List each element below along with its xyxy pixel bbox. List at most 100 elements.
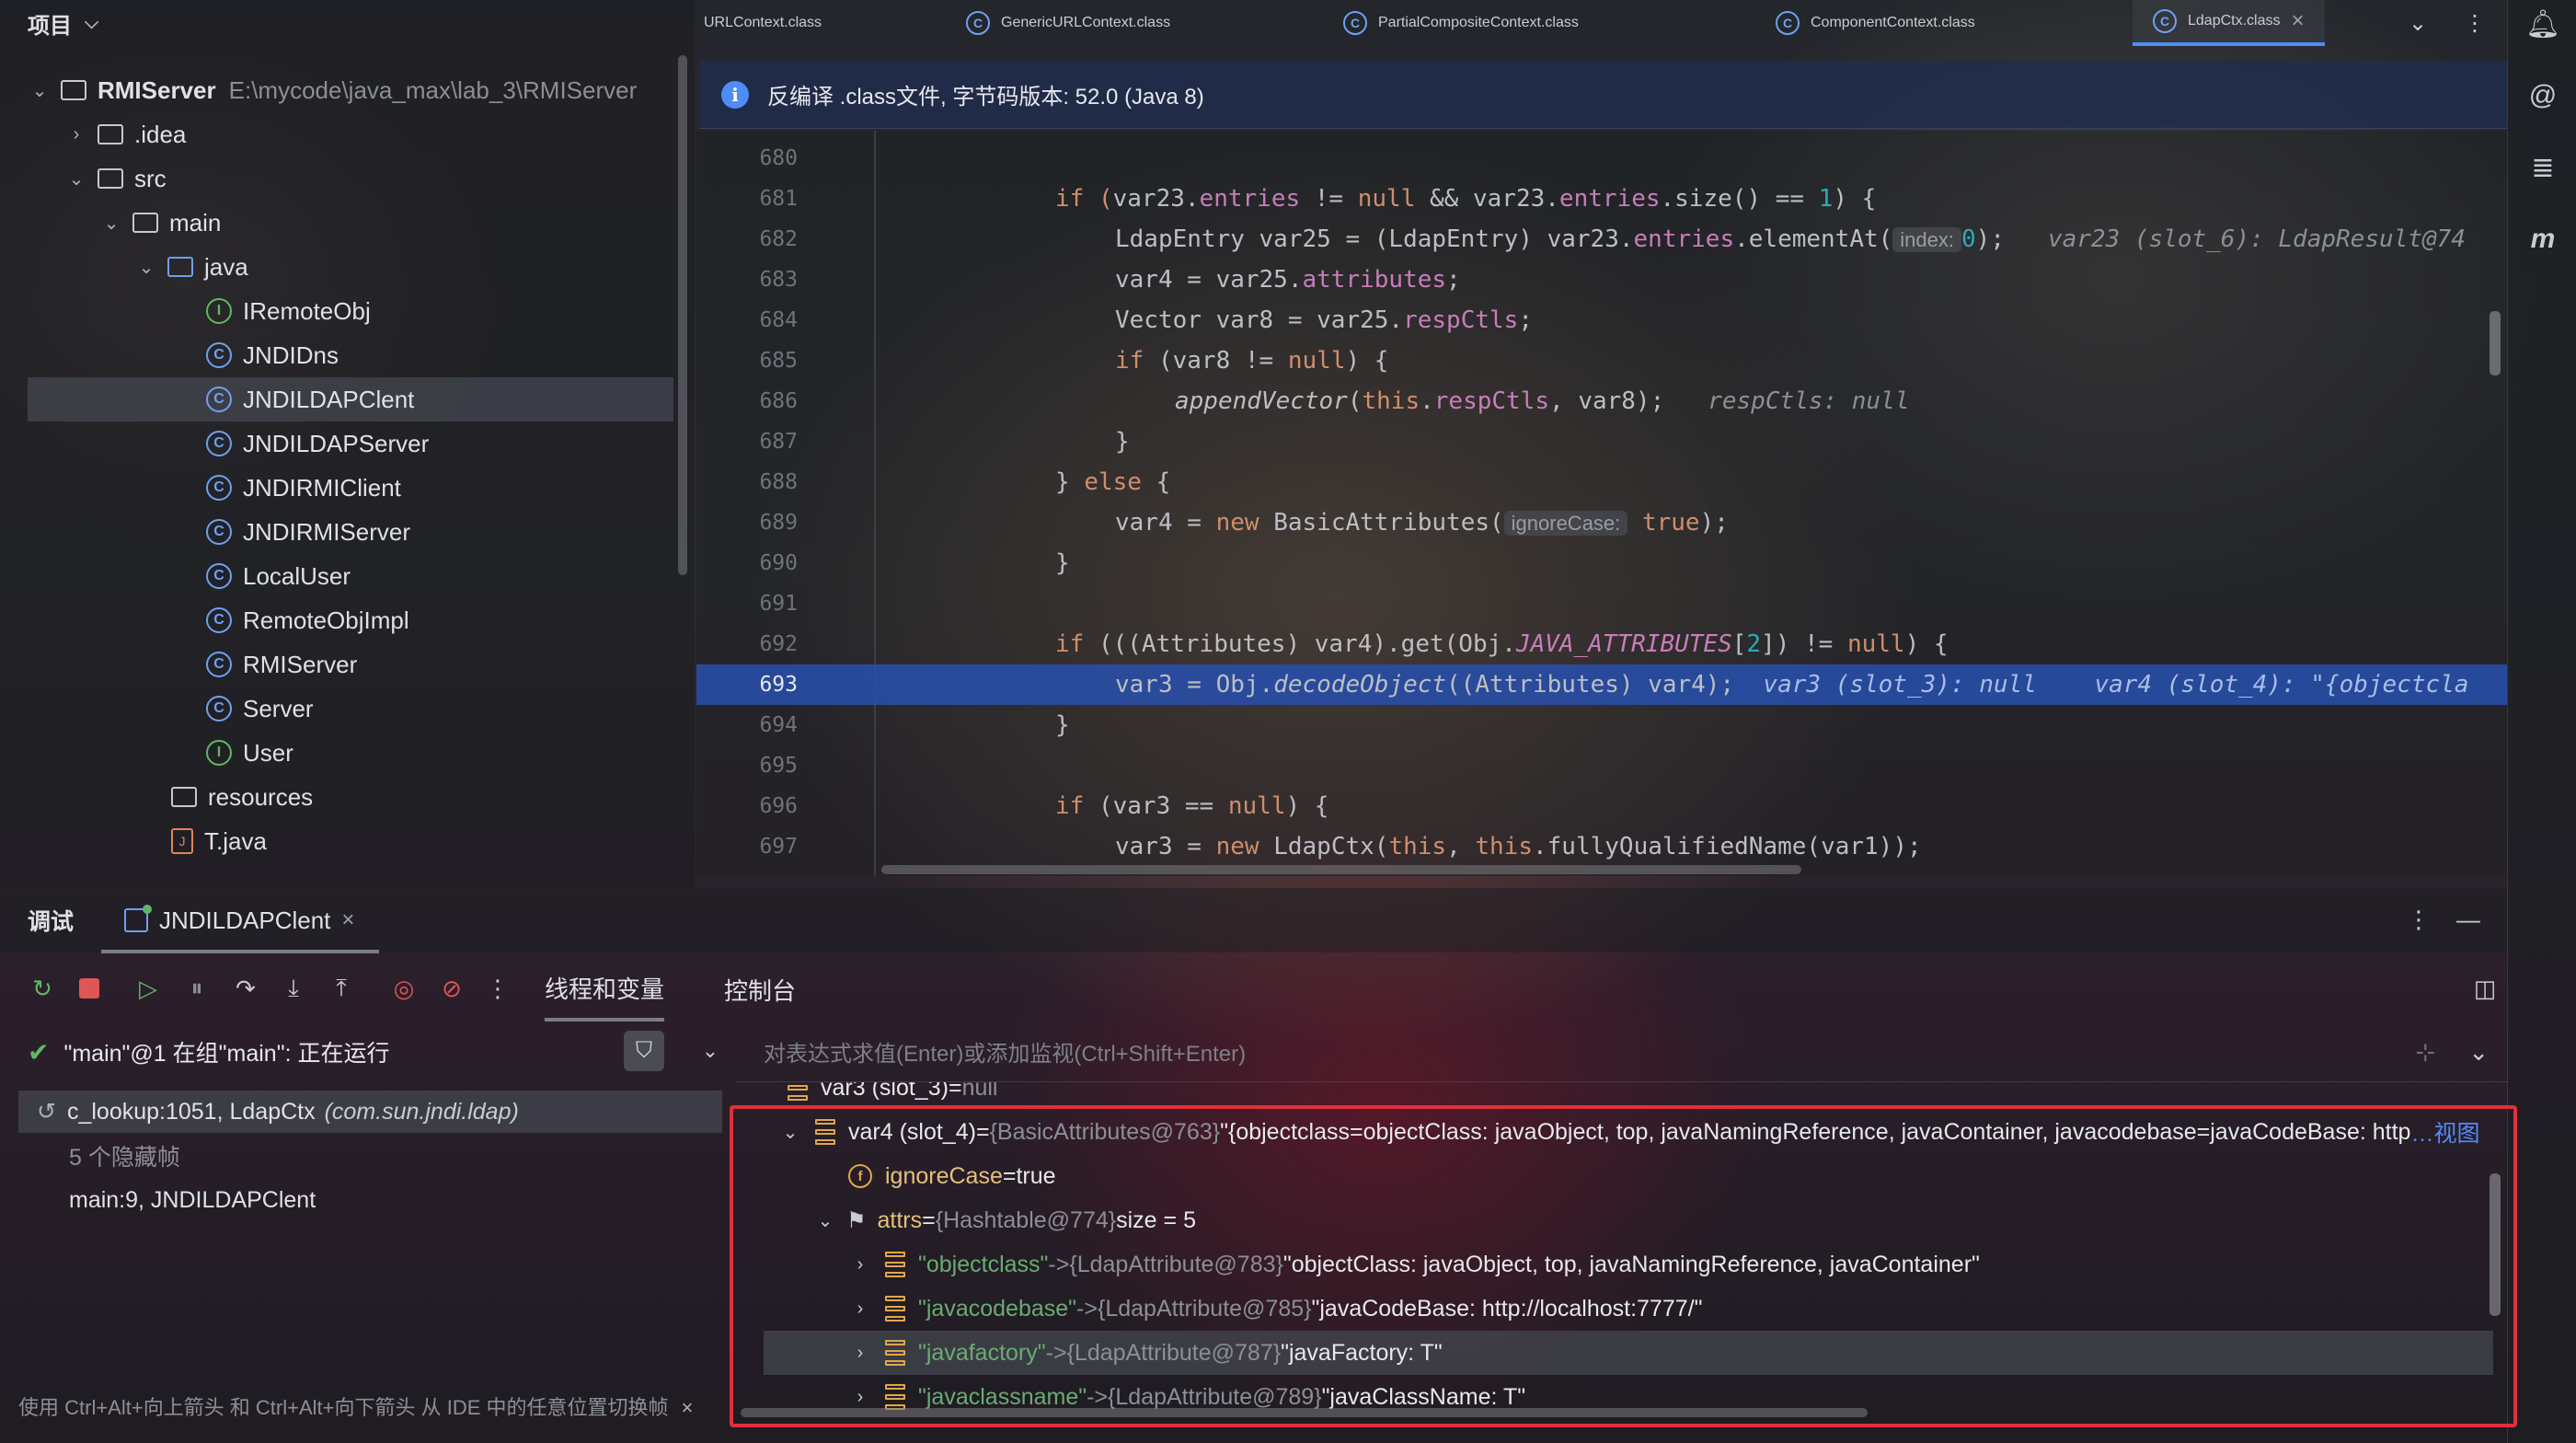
info-icon: i: [721, 80, 749, 109]
class-icon: C: [206, 475, 232, 501]
tree-item-rmiserver-module[interactable]: ⌄ RMIServer E:\mycode\java_max\lab_3\RMI…: [0, 68, 681, 112]
stack-frame[interactable]: main:9, JNDILDAPClent: [18, 1179, 722, 1221]
folder-icon: [132, 213, 158, 233]
database-icon[interactable]: ≣: [2523, 147, 2563, 188]
tree-item-jndildapserver[interactable]: C JNDILDAPServer: [0, 421, 681, 466]
tree-item-jndirmiserver[interactable]: C JNDIRMIServer: [0, 510, 681, 554]
code-line: 689 var4 = new BasicAttributes(ignoreCas…: [696, 502, 2507, 543]
tree-item-remoteobjimpl[interactable]: C RemoteObjImpl: [0, 598, 681, 642]
more-options-icon[interactable]: ⋮: [2464, 0, 2486, 46]
project-panel-title: 项目: [28, 13, 72, 39]
tree-item-label: RemoteObjImpl: [243, 606, 409, 634]
line-number: 681: [759, 187, 798, 211]
tree-item-jndirmiclient[interactable]: C JNDIRMIClient: [0, 466, 681, 510]
editor-vertical-scrollbar[interactable]: [2490, 311, 2501, 375]
chevron-down-icon[interactable]: ⌄: [2468, 1038, 2489, 1067]
tab-console[interactable]: 控制台: [724, 957, 796, 1022]
notifications-bell-icon[interactable]: 🔔︎: [2523, 4, 2563, 44]
more-options-icon[interactable]: ⋮: [2399, 900, 2438, 939]
ai-assistant-icon[interactable]: @: [2523, 75, 2563, 116]
more-options-icon[interactable]: ⋮: [478, 969, 517, 1008]
code-line: 695: [696, 745, 2507, 786]
class-icon: C: [1343, 11, 1367, 35]
tree-item-rmiserver[interactable]: C RMIServer: [0, 642, 681, 687]
tree-item-label: main: [169, 208, 222, 237]
tab-genericurlcontext[interactable]: C GenericURLContext.class: [966, 0, 1170, 46]
tab-list-dropdown[interactable]: ⌄: [2409, 0, 2427, 46]
project-scrollbar[interactable]: [678, 55, 687, 575]
add-watch-icon[interactable]: ⊹: [2415, 1038, 2435, 1067]
class-icon: C: [966, 11, 990, 35]
equals: =: [948, 1082, 962, 1101]
parameter-hint: index:: [1892, 227, 1962, 252]
line-number: 682: [759, 227, 798, 251]
tab-threads-variables[interactable]: 线程和变量: [545, 957, 665, 1022]
thread-selector[interactable]: ✔ "main"@1 在组"main": 正在运行: [0, 1022, 727, 1082]
line-number: 690: [759, 551, 798, 575]
hidden-frames[interactable]: 5 个隐藏帧: [18, 1135, 722, 1177]
tree-item-jndildapclent[interactable]: C JNDILDAPClent: [28, 377, 673, 421]
mute-breakpoints-icon[interactable]: ⊘: [432, 969, 471, 1008]
tree-item-iremoteobj[interactable]: I IRemoteObj: [0, 289, 681, 333]
chevron-down-icon[interactable]: ⌄: [99, 212, 123, 235]
tab-partialcompositecontext[interactable]: C PartialCompositeContext.class: [1343, 0, 1579, 46]
line-number: 688: [759, 470, 798, 494]
tree-item-java[interactable]: ⌄ java: [0, 245, 681, 289]
project-panel-header[interactable]: 项目 ⌵: [0, 0, 695, 46]
close-icon[interactable]: ×: [2292, 8, 2305, 34]
frame-method: 5 个隐藏帧: [69, 1145, 180, 1171]
tree-item-server[interactable]: C Server: [0, 687, 681, 731]
tree-item-idea[interactable]: › .idea: [0, 112, 681, 156]
tree-item-resources[interactable]: resources: [0, 775, 681, 819]
stop-icon[interactable]: [70, 969, 109, 1008]
pause-icon[interactable]: ⏸︎: [178, 969, 216, 1008]
minimize-icon[interactable]: —: [2449, 900, 2488, 939]
stack-frame[interactable]: ↺ c_lookup:1051, LdapCtx (com.sun.jndi.l…: [18, 1091, 722, 1133]
tab-urlcontext[interactable]: URLContext.class: [704, 0, 822, 46]
tab-componentcontext[interactable]: C ComponentContext.class: [1776, 0, 1975, 46]
maven-icon[interactable]: m: [2523, 219, 2563, 260]
close-icon[interactable]: ×: [682, 1396, 694, 1419]
close-icon[interactable]: ×: [341, 907, 354, 933]
expression-input[interactable]: 对表达式求值(Enter)或添加监视(Ctrl+Shift+Enter) ⊹ ⌄: [736, 1022, 2507, 1082]
code-line: 682 LdapEntry var25 = (LdapEntry) var23.…: [696, 219, 2507, 260]
right-tool-strip: [2507, 0, 2576, 1443]
filter-icon[interactable]: ⛉: [624, 1031, 664, 1071]
line-number: 684: [759, 308, 798, 332]
step-out-icon[interactable]: ⤒: [322, 969, 361, 1008]
variable-value: null: [961, 1082, 998, 1101]
line-number: 694: [759, 713, 798, 737]
chevron-down-icon[interactable]: ⌄: [28, 79, 52, 102]
chevron-down-icon[interactable]: ⌄: [64, 167, 88, 190]
class-icon: C: [206, 342, 232, 368]
tree-item-label: IRemoteObj: [243, 296, 371, 325]
rerun-icon[interactable]: ↻: [23, 969, 62, 1008]
step-over-icon[interactable]: ↷: [226, 969, 265, 1008]
editor-horizontal-scrollbar[interactable]: [881, 865, 1801, 874]
chevron-down-icon[interactable]: ⌄: [692, 1031, 729, 1071]
decompiled-info-banner: i 反编译 .class文件, 字节码版本: 52.0 (Java 8): [699, 61, 2507, 129]
line-number: 680: [759, 146, 798, 170]
tree-item-localuser[interactable]: C LocalUser: [0, 554, 681, 598]
line-number: 687: [759, 430, 798, 454]
return-arrow-icon: ↺: [37, 1099, 56, 1125]
step-into-icon[interactable]: ⤓: [274, 969, 313, 1008]
tree-item-user[interactable]: I User: [0, 731, 681, 775]
chevron-right-icon[interactable]: ›: [64, 124, 88, 145]
banner-text: 反编译 .class文件, 字节码版本: 52.0 (Java 8): [767, 85, 1204, 110]
chevron-down-icon[interactable]: ⌄: [134, 256, 158, 279]
tree-item-label: JNDIDns: [243, 341, 339, 369]
tree-item-src[interactable]: ⌄ src: [0, 156, 681, 201]
view-breakpoints-icon[interactable]: ◎: [385, 969, 423, 1008]
code-line: 680: [696, 138, 2507, 179]
class-icon: C: [206, 431, 232, 456]
tree-item-main[interactable]: ⌄ main: [0, 201, 681, 245]
tree-item-t-java[interactable]: J T.java: [0, 819, 681, 863]
tab-ldapctx[interactable]: C LdapCtx.class ×: [2133, 0, 2325, 46]
source-folder-icon: [167, 257, 193, 277]
tree-item-jndidns[interactable]: C JNDIDns: [0, 333, 681, 377]
code-line: 687 }: [696, 421, 2507, 462]
debug-session-tab[interactable]: JNDILDAPClent ×: [124, 888, 354, 952]
resume-icon[interactable]: ▷: [129, 969, 167, 1008]
layout-icon[interactable]: ◫: [2466, 969, 2504, 1008]
